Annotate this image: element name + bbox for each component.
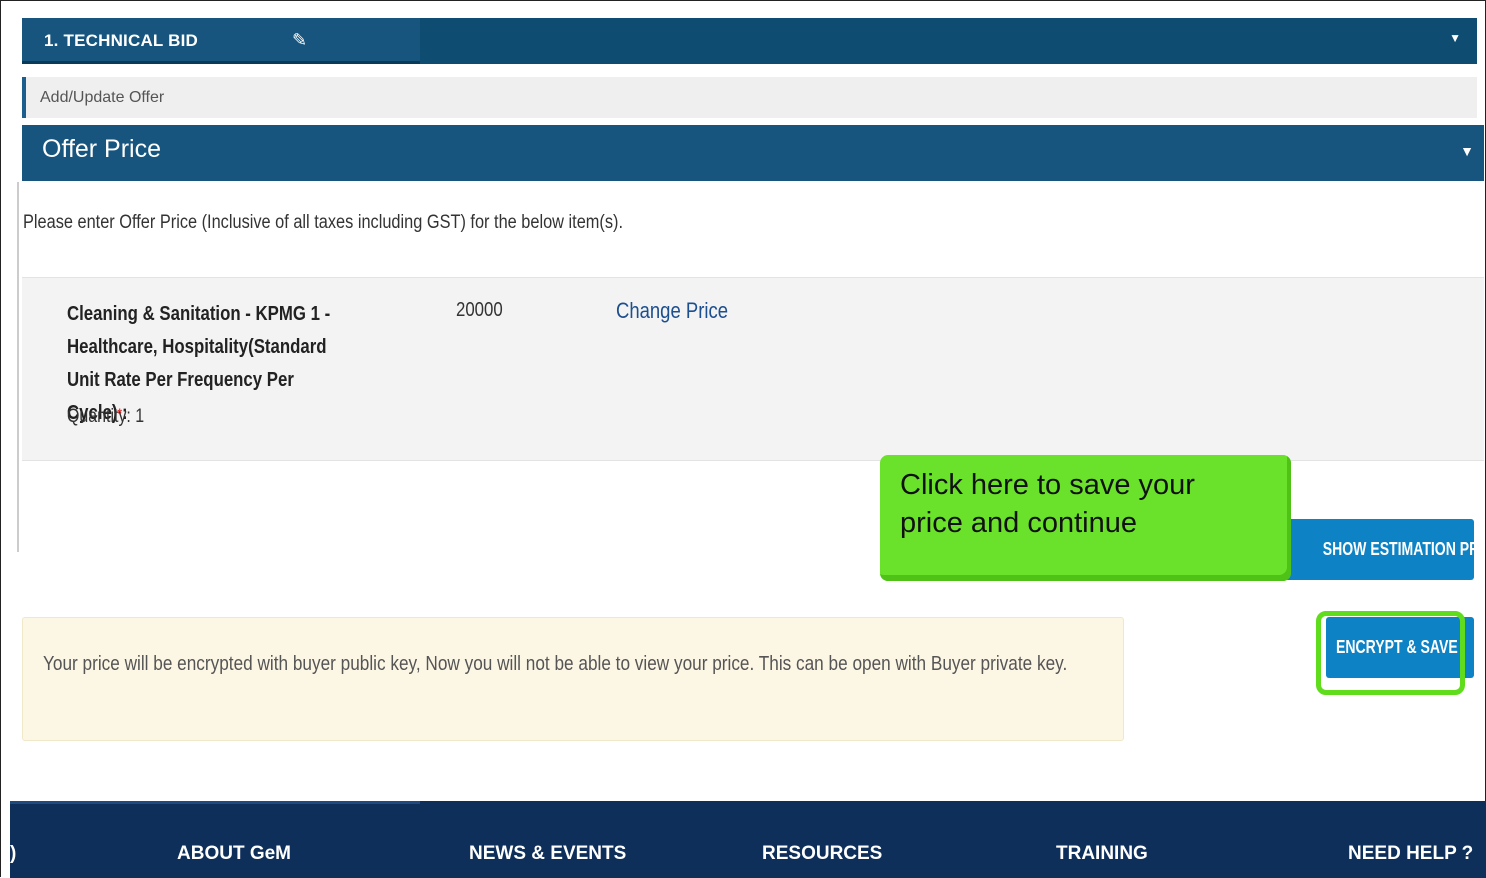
highlight-ring [1316,611,1465,695]
footer-news-events[interactable]: NEWS & EVENTS [469,843,626,865]
tutorial-callout: Click here to save your price and contin… [880,455,1291,581]
callout-text: Click here to save your price and contin… [900,469,1195,539]
technical-bid-header[interactable]: 1. TECHNICAL BID ✎ ▼ [22,18,1477,64]
item-panel: Cleaning & Sanitation - KPMG 1 - Healthc… [22,277,1484,461]
item-quantity: Quantity: 1 [67,406,145,427]
show-estimation-price-button[interactable]: SHOW ESTIMATION PRICE [1266,519,1474,580]
offer-price-header[interactable]: Offer Price ▼ [22,125,1484,181]
edit-icon[interactable]: ✎ [292,30,307,51]
section-divider [17,182,19,552]
footer-need-help[interactable]: NEED HELP ? [1348,843,1473,865]
footer-accent [10,801,420,804]
offer-instruction: Please enter Offer Price (Inclusive of a… [23,212,623,233]
footer-about-gem[interactable]: ABOUT GeM [177,843,291,865]
footer-training[interactable]: TRAINING [1056,843,1148,865]
item-price-value: 20000 [456,299,503,321]
offer-price-title: Offer Price [42,135,162,163]
caret-down-icon[interactable]: ▼ [1460,143,1474,159]
add-update-offer-strip: Add/Update Offer [22,77,1477,118]
footer-partial-item[interactable]: ) [10,843,16,865]
technical-bid-tab[interactable]: 1. TECHNICAL BID ✎ [22,18,420,64]
encryption-notice: Your price will be encrypted with buyer … [22,617,1124,741]
encryption-notice-text: Your price will be encrypted with buyer … [43,653,1068,675]
add-update-offer-label: Add/Update Offer [40,89,165,106]
footer-resources[interactable]: RESOURCES [762,843,882,865]
technical-bid-title: 1. TECHNICAL BID [44,31,199,50]
show-estimation-price-label: SHOW ESTIMATION PRICE [1322,539,1474,559]
change-price-link[interactable]: Change Price [616,298,728,324]
caret-down-icon[interactable]: ▼ [1449,31,1461,45]
footer-nav: ) ABOUT GeM NEWS & EVENTS RESOURCES TRAI… [10,801,1486,878]
